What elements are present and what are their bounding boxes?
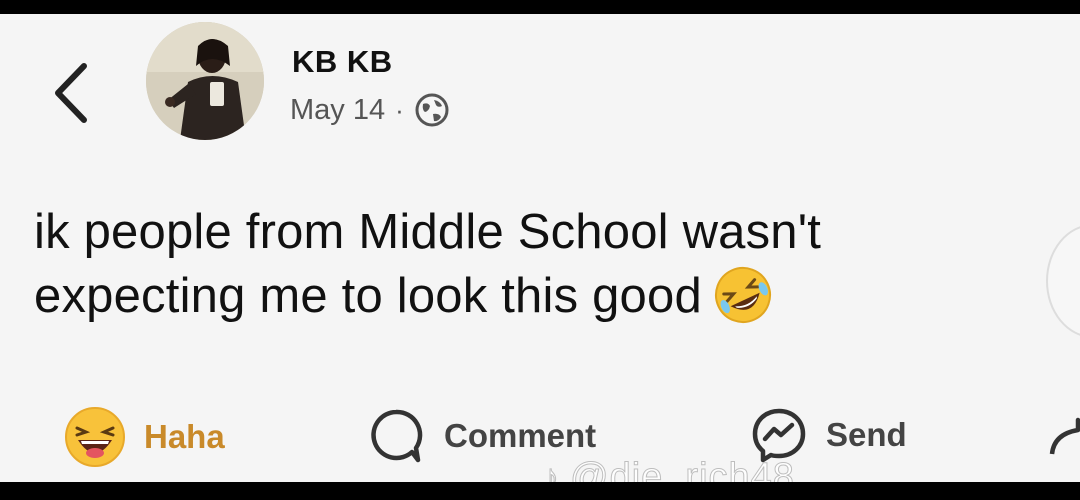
- post-text: ik people from Middle School wasn't expe…: [34, 205, 822, 323]
- rolling-laughing-emoji-icon: [712, 264, 774, 326]
- send-label: Send: [826, 416, 907, 453]
- post-body: ik people from Middle School wasn't expe…: [34, 200, 1044, 328]
- post-screen: KB KB May 14 · ik people from Middle Sch…: [0, 14, 1080, 482]
- globe-icon: [414, 92, 450, 128]
- author-name[interactable]: KB KB: [292, 44, 393, 80]
- avatar[interactable]: [146, 22, 264, 140]
- watermark-handle: @die_rich48: [570, 456, 795, 483]
- back-button[interactable]: [48, 58, 94, 128]
- haha-label: Haha: [144, 418, 225, 455]
- haha-emoji-icon: [65, 407, 125, 467]
- tiktok-icon: ♪: [542, 458, 560, 483]
- chevron-left-icon: [55, 63, 87, 123]
- comment-label: Comment: [444, 417, 597, 454]
- comment-bubble-icon: [371, 409, 423, 463]
- haha-reaction-button[interactable]: Haha: [64, 406, 225, 468]
- post-meta: May 14 ·: [290, 92, 450, 128]
- side-avatar-partial: [1046, 224, 1080, 338]
- share-icon[interactable]: [1048, 412, 1080, 458]
- post-date[interactable]: May 14: [290, 94, 385, 127]
- watermark: ♪ @die_rich48: [542, 456, 795, 483]
- profile-photo: [146, 22, 264, 140]
- meta-separator: ·: [395, 94, 404, 125]
